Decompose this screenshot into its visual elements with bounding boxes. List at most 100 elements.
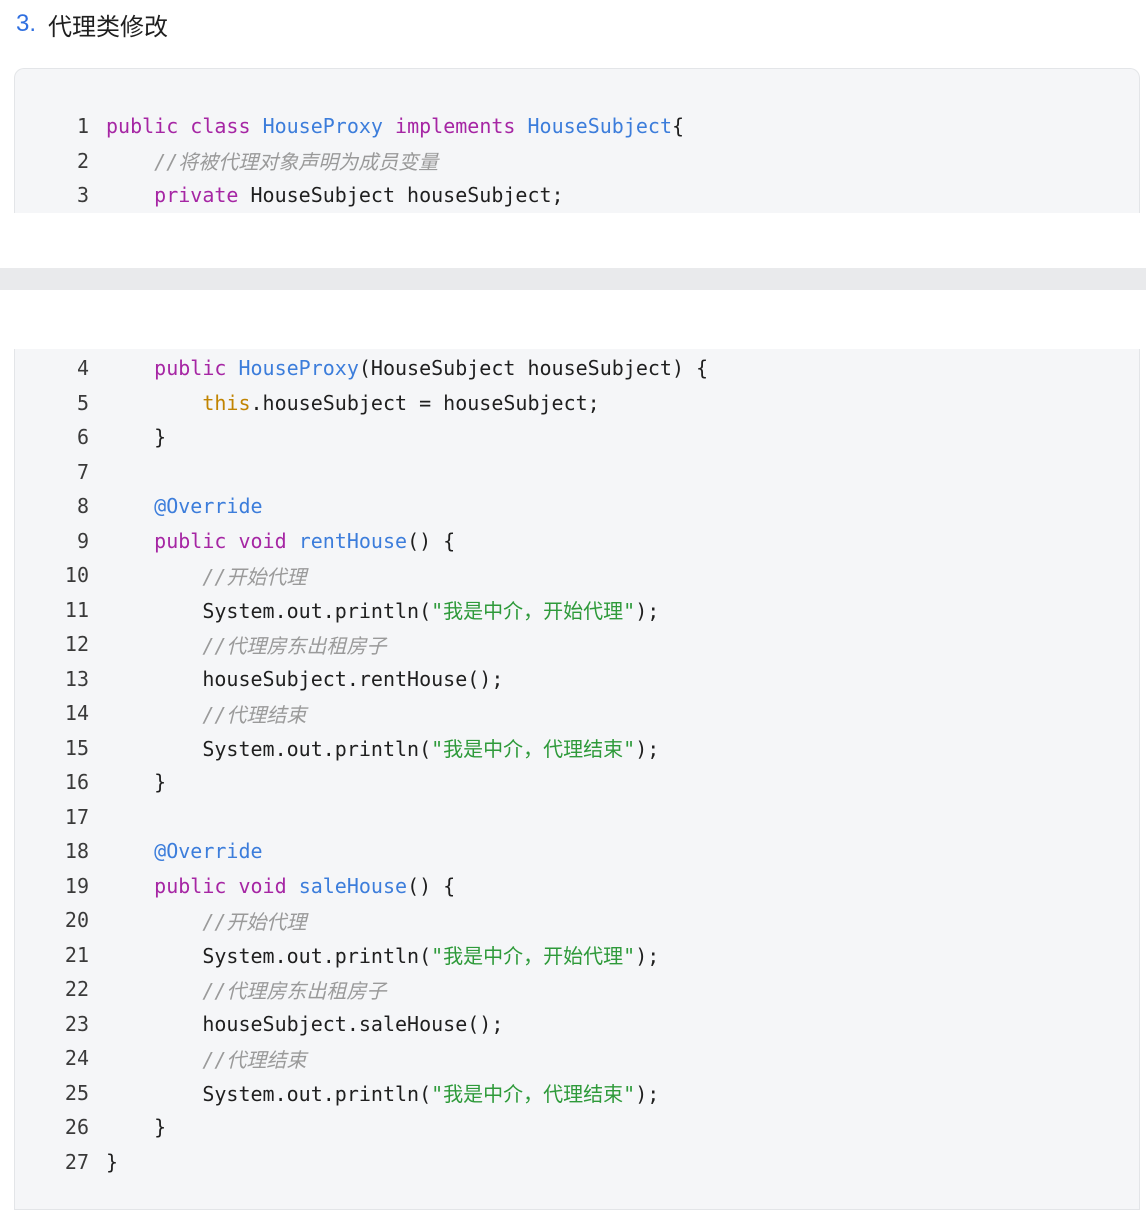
- code-token: System.out.println(: [106, 1082, 432, 1106]
- heading-title: 代理类修改: [48, 12, 169, 41]
- code-token: HouseSubject houseSubject;: [238, 183, 564, 207]
- code-line: 6 }: [15, 420, 1135, 454]
- line-number: 26: [64, 1115, 89, 1139]
- code-line: 2 //将被代理对象声明为成员变量: [15, 144, 1135, 178]
- line-number: 7: [76, 459, 89, 484]
- code-token: HouseProxy: [262, 114, 383, 138]
- code-line: 15 System.out.println("我是中介，代理结束");: [15, 731, 1135, 765]
- line-number: 15: [64, 735, 89, 760]
- line-number: 5: [76, 390, 89, 415]
- code-token: }: [106, 770, 167, 794]
- code-text: @Override: [106, 839, 262, 863]
- code-text: public class HouseProxy implements House…: [106, 114, 684, 138]
- code-token: public: [154, 873, 227, 898]
- code-text: }: [106, 1115, 166, 1139]
- code-line: 1 public class HouseProxy implements Hous…: [15, 109, 1135, 143]
- code-text: houseSubject.rentHouse();: [106, 667, 503, 691]
- code-token: //代理结束: [202, 702, 307, 727]
- code-text: System.out.println("我是中介，代理结束");: [106, 733, 659, 762]
- line-number: 4: [76, 356, 89, 380]
- line-number: 22: [64, 977, 89, 1001]
- code-token: .houseSubject = houseSubject;: [250, 390, 600, 415]
- code-token: "我是中介，开始代理": [431, 599, 636, 623]
- code-token: (HouseSubject houseSubject) {: [358, 356, 709, 380]
- line-number: 3: [76, 183, 89, 207]
- code-line: 12 //代理房东出租房子: [15, 627, 1135, 661]
- line-number: 20: [64, 908, 89, 932]
- code-token: () {: [407, 528, 456, 553]
- code-token: );: [635, 944, 660, 968]
- code-text: System.out.println("我是中介，开始代理");: [106, 595, 659, 624]
- code-token: void: [238, 528, 287, 553]
- code-token: public: [154, 356, 227, 380]
- code-line: 4 public HouseProxy(HouseSubject houseSu…: [15, 351, 1135, 385]
- code-text: System.out.println("我是中介，代理结束");: [106, 1078, 659, 1107]
- code-token: }: [106, 1149, 119, 1174]
- code-token: class: [190, 114, 251, 138]
- code-token: private: [154, 183, 239, 207]
- section-heading: 3. 代理类修改: [16, 6, 168, 42]
- code-line: 22 //代理房东出租房子: [15, 972, 1135, 1006]
- code-token: System.out.println(: [106, 737, 432, 761]
- line-number: 19: [64, 873, 89, 898]
- code-token: //代理房东出租房子: [202, 978, 387, 1003]
- code-text: houseSubject.saleHouse();: [106, 1012, 503, 1036]
- code-text: }: [106, 425, 166, 449]
- line-number: 6: [76, 425, 89, 449]
- line-number: 21: [64, 942, 89, 967]
- code-text: public HouseProxy(HouseSubject houseSubj…: [106, 356, 708, 380]
- line-number: 17: [64, 804, 89, 829]
- code-token: this: [202, 390, 251, 415]
- code-token: //开始代理: [202, 564, 307, 589]
- code-text: @Override: [106, 494, 262, 518]
- code-line: 8 @Override: [15, 489, 1135, 523]
- code-token: "我是中介，开始代理": [431, 944, 636, 968]
- code-token: void: [238, 873, 287, 898]
- code-token: );: [635, 599, 660, 623]
- code-line: 16 }: [15, 765, 1135, 799]
- code-text: //代理结束: [106, 699, 306, 728]
- line-number: 23: [64, 1011, 89, 1036]
- code-token: //代理结束: [202, 1047, 307, 1072]
- code-text: this.houseSubject = houseSubject;: [106, 390, 600, 415]
- line-number: 18: [64, 839, 89, 863]
- code-block-top: 1 public class HouseProxy implements Hous…: [14, 68, 1140, 213]
- code-line: 20 //开始代理: [15, 903, 1135, 937]
- code-token: "我是中介，代理结束": [431, 737, 636, 761]
- code-text: //代理房东出租房子: [106, 630, 386, 659]
- line-number: 24: [64, 1046, 89, 1070]
- code-line: 5 this.houseSubject = houseSubject;: [15, 386, 1135, 420]
- code-token: //开始代理: [202, 909, 307, 934]
- code-line: 14 //代理结束: [15, 696, 1135, 730]
- code-token: System.out.println(: [106, 599, 432, 623]
- page-break-divider: [0, 268, 1146, 290]
- code-line: 24 //代理结束: [15, 1041, 1135, 1075]
- code-line: 13 houseSubject.rentHouse();: [15, 662, 1135, 696]
- code-token: }: [106, 425, 167, 449]
- code-text: public void rentHouse() {: [106, 529, 455, 553]
- code-token: houseSubject.rentHouse();: [106, 666, 504, 691]
- code-text: //开始代理: [106, 906, 306, 935]
- code-text: //将被代理对象声明为成员变量: [106, 146, 438, 175]
- line-number: 9: [76, 528, 89, 553]
- line-number: 10: [64, 563, 89, 587]
- code-line: 26 }: [15, 1110, 1135, 1144]
- code-line: 10 //开始代理: [15, 558, 1135, 592]
- code-token: HouseProxy: [238, 356, 359, 380]
- code-token: houseSubject.saleHouse();: [106, 1011, 504, 1036]
